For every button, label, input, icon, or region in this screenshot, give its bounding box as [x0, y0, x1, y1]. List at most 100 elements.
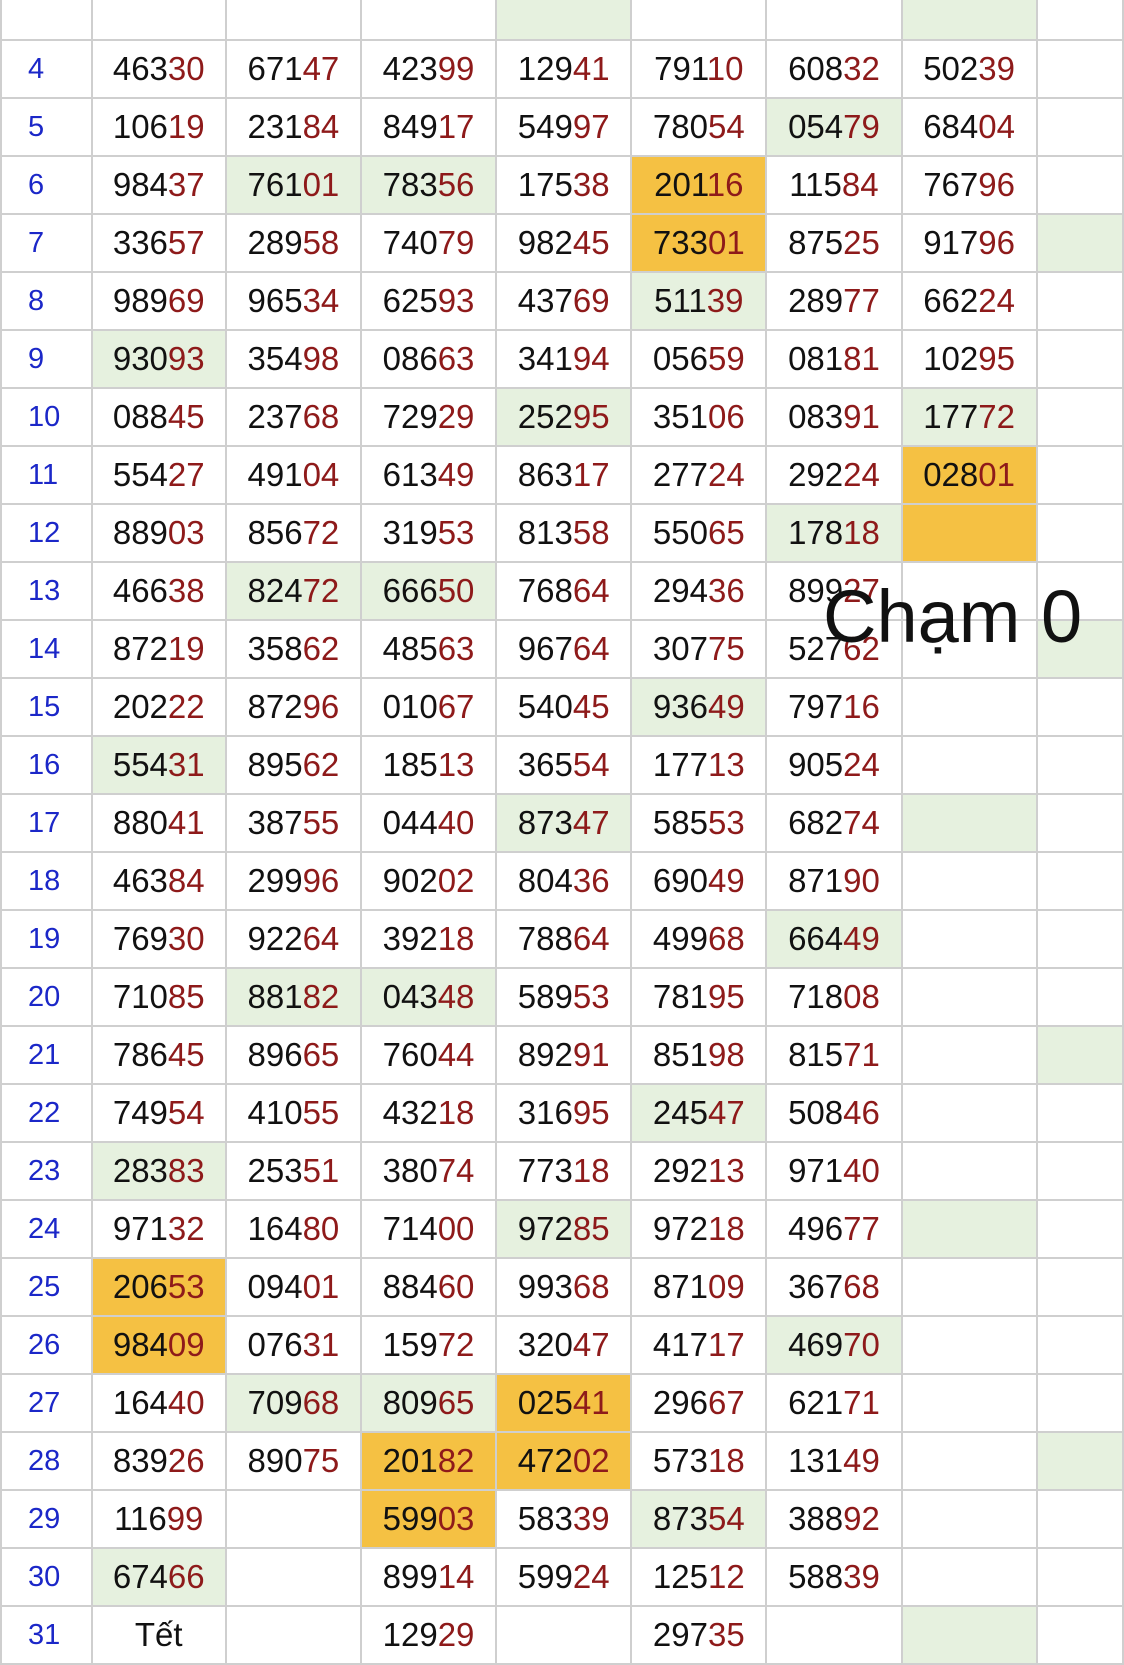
number-head-digits: 056	[652, 340, 708, 377]
number-tail-digits: 53	[437, 514, 475, 551]
table-row: 8 98969 96534 62593 43769 51139 28977 66224	[0, 271, 1124, 331]
number-head-digits: 895	[247, 746, 303, 783]
number-tail-digits: 32	[167, 1210, 205, 1247]
number-tail-digits: 40	[167, 1384, 205, 1421]
number-head-digits: 088	[112, 398, 168, 435]
number-tail-digits: 75	[302, 1442, 340, 1479]
result-cell	[90, 0, 227, 41]
result-cell: 42399	[359, 39, 498, 99]
result-cell: 89075	[224, 1431, 362, 1491]
number-head-digits: 880	[112, 804, 168, 841]
result-cell: 10619	[90, 97, 227, 157]
table-row: 27 16440 70968 80965 02541 29667 62171	[0, 1373, 1124, 1433]
result-cell	[900, 909, 1038, 969]
number-head-digits: 491	[247, 456, 303, 493]
result-cell: 66449	[765, 909, 903, 969]
row-number: 27	[0, 1373, 93, 1433]
number-head-digits: 768	[517, 572, 573, 609]
result-cell: 28958	[224, 213, 362, 273]
number-tail-digits: 38	[167, 572, 205, 609]
result-cell: 39218	[359, 909, 498, 969]
result-cell	[359, 0, 498, 41]
number-head-digits: 781	[652, 978, 708, 1015]
number-tail-digits: 01	[707, 224, 745, 261]
result-cell: 58839	[765, 1547, 903, 1607]
number-tail-digits: 01	[302, 166, 340, 203]
result-cell: 46970	[765, 1315, 903, 1375]
number-head-digits: 392	[382, 920, 438, 957]
number-tail-digits: 13	[707, 746, 745, 783]
number-tail-digits: 67	[707, 1384, 745, 1421]
number-head-digits: 129	[517, 50, 573, 87]
number-head-digits: 365	[517, 746, 573, 783]
result-cell	[1035, 1025, 1124, 1085]
number-tail-digits: 09	[167, 1326, 205, 1363]
result-cell: 72929	[359, 387, 498, 447]
number-tail-digits: 29	[437, 398, 475, 435]
result-cell: 07631	[224, 1315, 362, 1375]
result-cell: 98969	[90, 271, 227, 331]
number-head-digits: 358	[247, 630, 303, 667]
row-number: 30	[0, 1547, 93, 1607]
result-cell: 28977	[765, 271, 903, 331]
number-head-digits: 890	[247, 1442, 303, 1479]
result-cell: 67466	[90, 1547, 227, 1607]
number-tail-digits: 60	[437, 1268, 475, 1305]
number-head-digits: 289	[788, 282, 844, 319]
number-tail-digits: 49	[707, 862, 745, 899]
result-cell	[1035, 1489, 1124, 1549]
number-head-digits: 824	[247, 572, 303, 609]
result-cell: 93649	[630, 677, 768, 737]
result-cell: 59924	[495, 1547, 633, 1607]
number-head-digits: 164	[112, 1384, 168, 1421]
number-tail-digits: 72	[302, 514, 340, 551]
number-head-digits: 131	[788, 1442, 844, 1479]
number-tail-digits: 25	[843, 224, 880, 261]
number-tail-digits: 93	[437, 282, 475, 319]
number-head-digits: 662	[923, 282, 979, 319]
table-row: 7 33657 28958 74079 98245 73301 87525 91796	[0, 213, 1124, 273]
number-head-digits: 341	[517, 340, 573, 377]
result-cell: 89665	[224, 1025, 362, 1085]
number-tail-digits: 94	[572, 340, 610, 377]
result-cell: 27724	[630, 445, 768, 505]
number-head-digits: 588	[788, 1558, 844, 1595]
result-cell: 20116	[630, 155, 768, 215]
number-head-digits: 437	[517, 282, 573, 319]
number-tail-digits: 81	[843, 340, 880, 377]
result-cell: 98437	[90, 155, 227, 215]
result-cell	[900, 1025, 1038, 1085]
number-head-digits: 710	[112, 978, 168, 1015]
result-cell: 31953	[359, 503, 498, 563]
number-tail-digits: 79	[843, 108, 880, 145]
result-cell: 76864	[495, 561, 633, 621]
result-cell	[900, 1431, 1038, 1491]
number-tail-digits: 40	[843, 1152, 880, 1189]
result-cell	[900, 851, 1038, 911]
number-head-digits: 463	[112, 50, 168, 87]
table-row: 6 98437 76101 78356 17538 20116 11584 76796	[0, 155, 1124, 215]
result-cell: 73301	[630, 213, 768, 273]
result-cell: 85198	[630, 1025, 768, 1085]
number-head-digits: 086	[382, 340, 438, 377]
result-cell: 58553	[630, 793, 768, 853]
number-tail-digits: 95	[572, 1094, 610, 1131]
result-cell	[900, 735, 1038, 795]
number-head-digits: 608	[788, 50, 844, 87]
number-tail-digits: 95	[707, 978, 745, 1015]
table-row: 25 20653 09401 88460 99368 87109 36768	[0, 1257, 1124, 1317]
number-tail-digits: 24	[707, 456, 745, 493]
result-cell: 90524	[765, 735, 903, 795]
result-cell: 11699	[90, 1489, 227, 1549]
result-cell: 29667	[630, 1373, 768, 1433]
result-cell: 08845	[90, 387, 227, 447]
number-head-digits: 177	[923, 398, 979, 435]
number-head-digits: 599	[382, 1500, 438, 1537]
number-tail-digits: 45	[167, 1036, 205, 1073]
result-cell: 29436	[630, 561, 768, 621]
number-head-digits: 733	[652, 224, 708, 261]
result-cell	[1035, 1199, 1124, 1259]
result-cell: 62593	[359, 271, 498, 331]
number-head-digits: 554	[112, 456, 168, 493]
result-cell: 55065	[630, 503, 768, 563]
